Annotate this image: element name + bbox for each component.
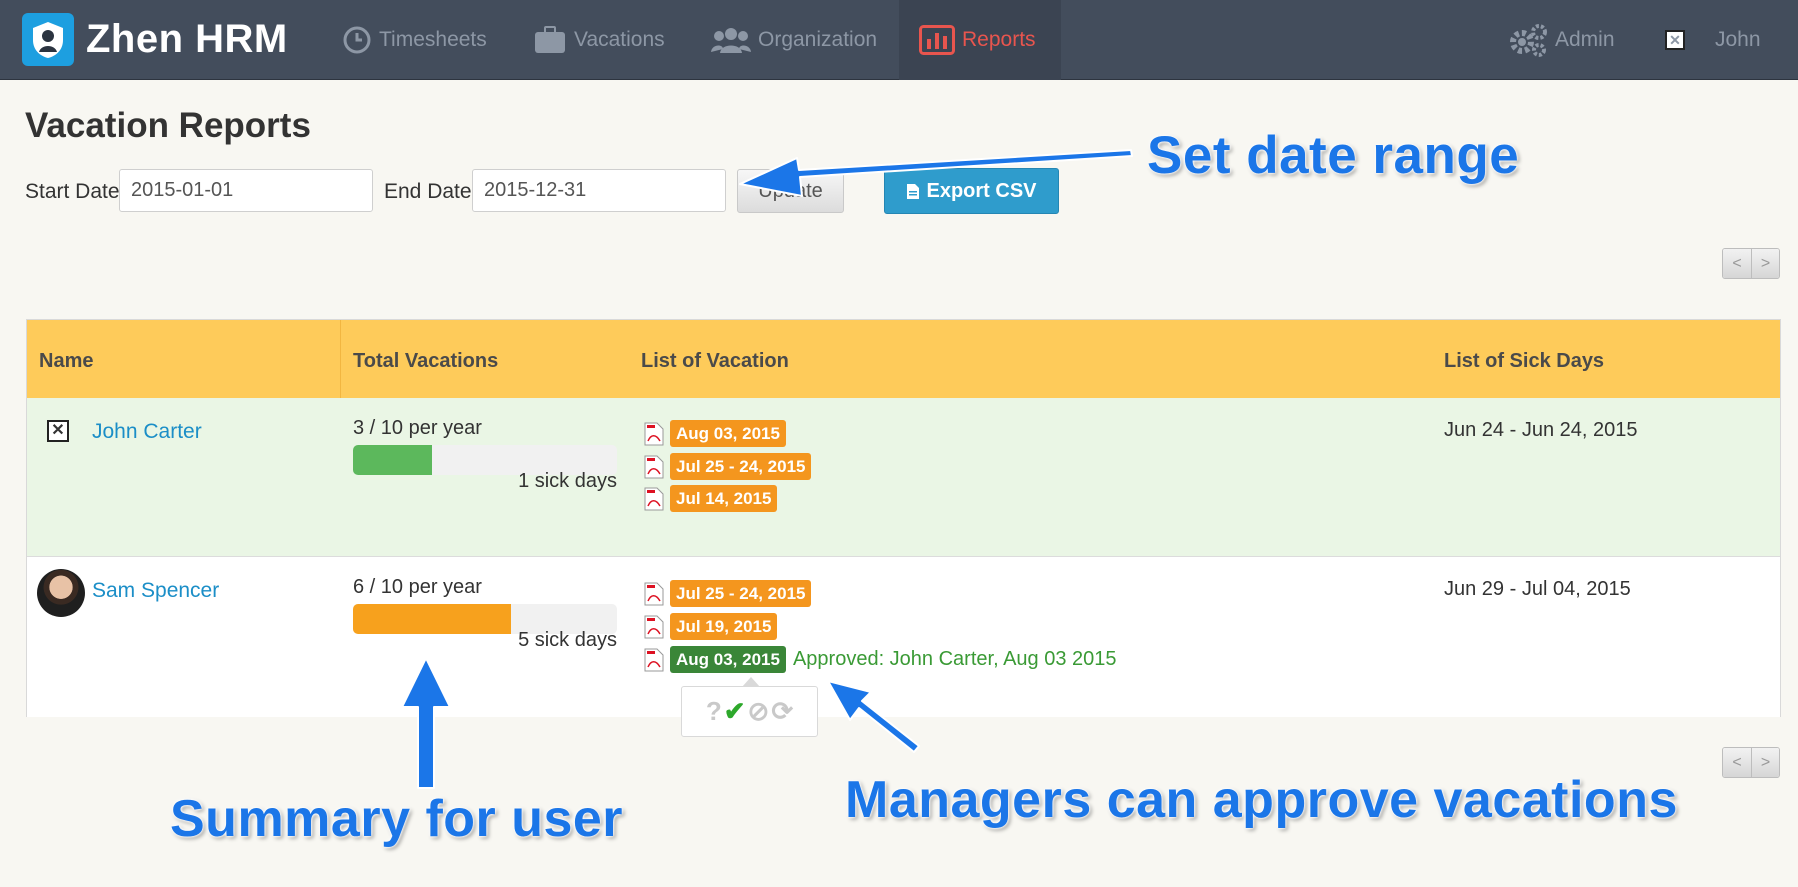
export-csv-label: Export CSV [926, 179, 1037, 202]
table-row: Sam Spencer 6 / 10 per year 5 sick days … [27, 557, 1780, 717]
nav-reports[interactable]: Reports [899, 0, 1061, 80]
user-avatar-icon: ✕ [1665, 30, 1685, 50]
pdf-icon[interactable] [643, 615, 665, 639]
nav-vacations-label: Vacations [574, 28, 665, 51]
popup-caret [742, 677, 760, 687]
pager-next-button[interactable]: > [1751, 249, 1779, 278]
user-name-link[interactable]: John Carter [92, 420, 202, 444]
vacation-badge[interactable]: Jul 19, 2015 [670, 613, 778, 640]
export-csv-button[interactable]: Export CSV [884, 168, 1059, 214]
vacation-entry: Jul 25 - 24, 2015 [643, 453, 812, 480]
header-list-of-sick-days: List of Sick Days [1444, 350, 1605, 372]
vacation-entry: Aug 03, 2015 [643, 420, 786, 447]
vacation-entry: Aug 03, 2015 Approved: John Carter, Aug … [643, 646, 1117, 673]
user-avatar-icon: ✕ [47, 420, 69, 442]
nav-admin[interactable]: Admin [1508, 0, 1615, 80]
annotation-managers-approve: Managers can approve vacations [845, 771, 1678, 829]
sick-days-count: 1 sick days [518, 470, 617, 492]
pager-next-button[interactable]: > [1751, 748, 1779, 777]
total-vacations-text: 6 / 10 per year [353, 576, 482, 598]
table-header: Name Total Vacations List of Vacation Li… [27, 320, 1780, 398]
pdf-icon[interactable] [643, 455, 665, 479]
brand-logo-icon [22, 13, 74, 66]
annotation-set-date-range: Set date range [1147, 126, 1520, 185]
approval-note: Approved: John Carter, Aug 03 2015 [792, 648, 1117, 670]
pdf-icon[interactable] [643, 582, 665, 606]
pager-prev-button[interactable]: < [1723, 249, 1751, 278]
sick-days-range: Jun 29 - Jul 04, 2015 [1444, 578, 1631, 600]
pending-icon[interactable]: ? [706, 696, 722, 727]
table-row: ✕ John Carter 3 / 10 per year 1 sick day… [27, 398, 1780, 557]
reset-icon[interactable]: ⟳ [771, 696, 793, 727]
file-icon [907, 183, 920, 199]
nav-reports-label: Reports [962, 28, 1036, 51]
vacation-badge[interactable]: Jul 14, 2015 [670, 485, 778, 512]
total-vacations-text: 3 / 10 per year [353, 417, 482, 439]
header-total-vacations: Total Vacations [353, 350, 499, 372]
vacation-entry: Jul 14, 2015 [643, 485, 778, 512]
vacation-badge[interactable]: Aug 03, 2015 [670, 420, 786, 447]
header-name: Name [39, 350, 94, 372]
bar-chart-icon [919, 25, 955, 55]
pager-prev-button[interactable]: < [1723, 748, 1751, 777]
pdf-icon[interactable] [643, 648, 665, 672]
vacation-report-table: Name Total Vacations List of Vacation Li… [26, 319, 1781, 717]
annotation-summary-for-user: Summary for user [170, 790, 624, 848]
page-title: Vacation Reports [25, 106, 311, 145]
vacation-entry: Jul 25 - 24, 2015 [643, 580, 812, 607]
start-date-label: Start Date [25, 180, 120, 203]
user-name: John [1715, 28, 1761, 51]
avatar [37, 569, 85, 617]
pager-bottom: < > [1722, 747, 1780, 778]
pager-top: < > [1722, 248, 1780, 279]
approval-popup: ? ✔ ⊘ ⟳ [681, 677, 818, 737]
sick-days-count: 5 sick days [518, 629, 617, 651]
end-date-label: End Date [384, 180, 472, 203]
brand-name: Zhen HRM [86, 17, 288, 61]
pdf-icon[interactable] [643, 487, 665, 511]
nav-organization[interactable]: Organization [711, 0, 877, 80]
vacation-entry: Jul 19, 2015 [643, 613, 778, 640]
header-list-of-vacation: List of Vacation [641, 350, 789, 372]
reject-icon[interactable]: ⊘ [748, 696, 770, 727]
nav-vacations[interactable]: Vacations [533, 0, 665, 80]
pdf-icon[interactable] [643, 422, 665, 446]
sick-days-range: Jun 24 - Jun 24, 2015 [1444, 419, 1638, 441]
nav-timesheets[interactable]: Timesheets [342, 0, 487, 80]
approve-check-icon[interactable]: ✔ [724, 696, 746, 727]
vacation-badge[interactable]: Jul 25 - 24, 2015 [670, 453, 812, 480]
nav-timesheets-label: Timesheets [379, 28, 487, 51]
vacation-badge[interactable]: Jul 25 - 24, 2015 [670, 580, 812, 607]
end-date-input[interactable] [472, 169, 726, 212]
vacation-badge-approved[interactable]: Aug 03, 2015 [670, 646, 786, 673]
nav-organization-label: Organization [758, 28, 878, 51]
gears-icon [1510, 24, 1547, 57]
update-button[interactable]: Update [737, 169, 844, 213]
top-navbar: Zhen HRM Timesheets Vacations Organizati… [0, 0, 1798, 80]
start-date-input[interactable] [119, 169, 373, 212]
clock-icon [343, 26, 371, 54]
suitcase-icon [535, 26, 565, 53]
header-divider [340, 320, 341, 398]
brand[interactable]: Zhen HRM [22, 13, 288, 66]
user-menu[interactable]: ✕ John [1665, 0, 1761, 80]
nav-admin-label: Admin [1555, 28, 1615, 51]
users-icon [711, 28, 751, 53]
user-name-link[interactable]: Sam Spencer [92, 579, 219, 603]
